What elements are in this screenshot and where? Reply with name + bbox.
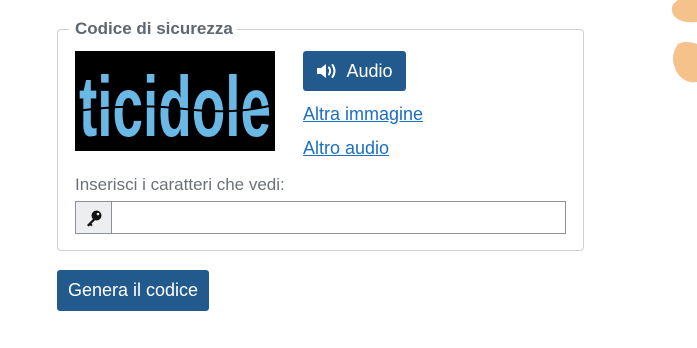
other-audio-link[interactable]: Altro audio: [303, 138, 389, 159]
generate-code-button[interactable]: Genera il codice: [57, 270, 209, 311]
captcha-text: ticidole: [79, 59, 271, 151]
captcha-input[interactable]: [112, 202, 565, 233]
captcha-distorted-text: ticidole: [75, 51, 275, 151]
key-icon: [76, 202, 112, 233]
security-code-legend: Codice di sicurezza: [75, 19, 233, 38]
captcha-image: ticidole: [75, 51, 275, 151]
speaker-volume-icon: [316, 62, 338, 80]
audio-button[interactable]: Audio: [303, 51, 406, 91]
other-image-link[interactable]: Altra immagine: [303, 104, 423, 125]
partial-decorative-image: [671, 0, 697, 83]
audio-button-label: Audio: [346, 60, 393, 81]
captcha-input-group: [75, 201, 566, 234]
captcha-input-label: Inserisci i caratteri che vedi:: [75, 175, 285, 194]
captcha-page: Codice di sicurezza ticidole Audio Altra…: [0, 0, 697, 348]
